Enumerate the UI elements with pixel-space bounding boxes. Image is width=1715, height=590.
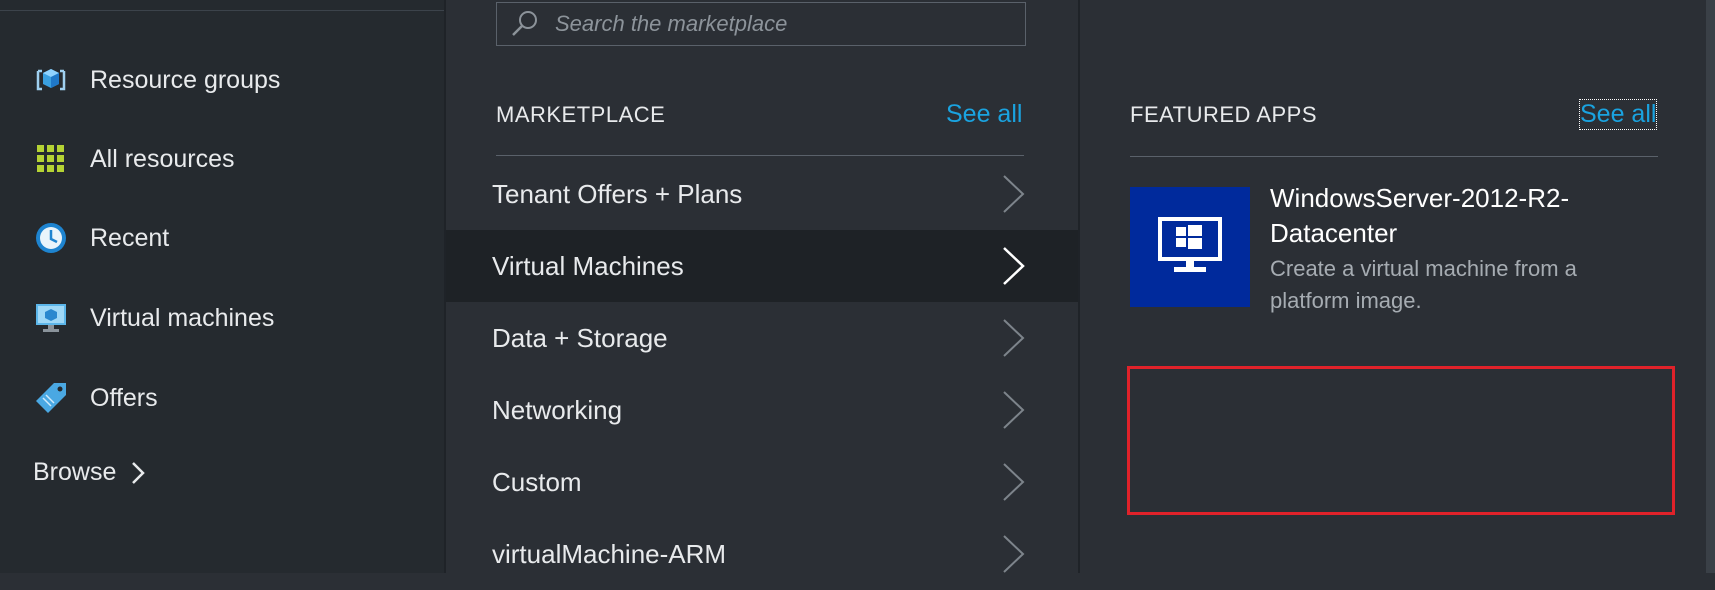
featured-apps-header: FEATURED APPS (1130, 102, 1318, 127)
marketplace-divider (496, 155, 1024, 156)
browse-button[interactable]: Browse (33, 458, 146, 487)
featured-apps-panel: FEATURED APPS See all WindowsServer-2012… (1080, 0, 1715, 573)
marketplace-item-label: Tenant Offers + Plans (492, 178, 743, 209)
marketplace-panel: MARKETPLACE See all Tenant Offers + Plan… (446, 0, 1078, 573)
chevron-right-icon (1001, 389, 1027, 431)
scrollbar-edge (1706, 0, 1715, 573)
marketplace-item-virtual-machines[interactable]: Virtual Machines (446, 230, 1078, 302)
marketplace-search-box[interactable] (496, 2, 1026, 46)
sidebar: Resource groups All resources Recent Vir… (0, 0, 444, 573)
sidebar-divider (0, 10, 444, 11)
featured-see-all-link[interactable]: See all (1578, 99, 1658, 130)
chevron-right-icon (1001, 173, 1027, 215)
marketplace-see-all-link[interactable]: See all (946, 100, 1022, 129)
sidebar-item-label: Resource groups (90, 65, 281, 94)
highlight-box (1127, 366, 1675, 515)
chevron-right-icon (1001, 317, 1027, 359)
marketplace-item-label: Custom (492, 466, 582, 497)
sidebar-item-label: Recent (90, 223, 170, 252)
windows-monitor-icon (1154, 213, 1226, 282)
featured-app-tile[interactable] (1130, 187, 1250, 307)
chevron-right-icon (1001, 461, 1027, 503)
marketplace-header: MARKETPLACE (496, 102, 666, 127)
marketplace-item-tenant-offers-plans[interactable]: Tenant Offers + Plans (446, 158, 1078, 230)
marketplace-item-label: Data + Storage (492, 322, 668, 353)
featured-divider (1130, 156, 1658, 157)
sidebar-item-offers[interactable]: Offers (32, 376, 158, 420)
marketplace-item-label: Virtual Machines (492, 250, 684, 281)
tag-icon (32, 379, 70, 417)
sidebar-item-label: All resources (90, 144, 235, 173)
browse-label: Browse (33, 458, 117, 486)
sidebar-item-label: Virtual machines (90, 303, 275, 332)
search-icon (509, 8, 541, 40)
featured-app-title[interactable]: WindowsServer-2012-R2-Datacenter (1270, 181, 1630, 251)
sidebar-item-virtual-machines[interactable]: Virtual machines (32, 296, 274, 340)
chevron-right-icon (1001, 245, 1027, 287)
marketplace-item-networking[interactable]: Networking (446, 374, 1078, 446)
all-resources-grid-icon (32, 140, 70, 178)
marketplace-item-label: Networking (492, 394, 623, 425)
sidebar-item-recent[interactable]: Recent (32, 216, 169, 260)
sidebar-item-all-resources[interactable]: All resources (32, 137, 235, 181)
chevron-right-icon (130, 460, 146, 486)
marketplace-item-custom[interactable]: Custom (446, 446, 1078, 518)
marketplace-item-virtualmachine-arm[interactable]: virtualMachine-ARM (446, 518, 1078, 590)
marketplace-item-label: virtualMachine-ARM (492, 538, 727, 569)
resource-groups-icon (32, 61, 70, 99)
search-input[interactable] (553, 10, 1007, 38)
featured-app-description: Create a virtual machine from a platform… (1270, 256, 1577, 313)
chevron-right-icon (1001, 533, 1027, 575)
virtual-machine-monitor-icon (32, 299, 70, 337)
sidebar-item-label: Offers (90, 383, 158, 412)
sidebar-item-resource-groups[interactable]: Resource groups (32, 58, 280, 102)
clock-icon (32, 219, 70, 257)
marketplace-item-data-storage[interactable]: Data + Storage (446, 302, 1078, 374)
